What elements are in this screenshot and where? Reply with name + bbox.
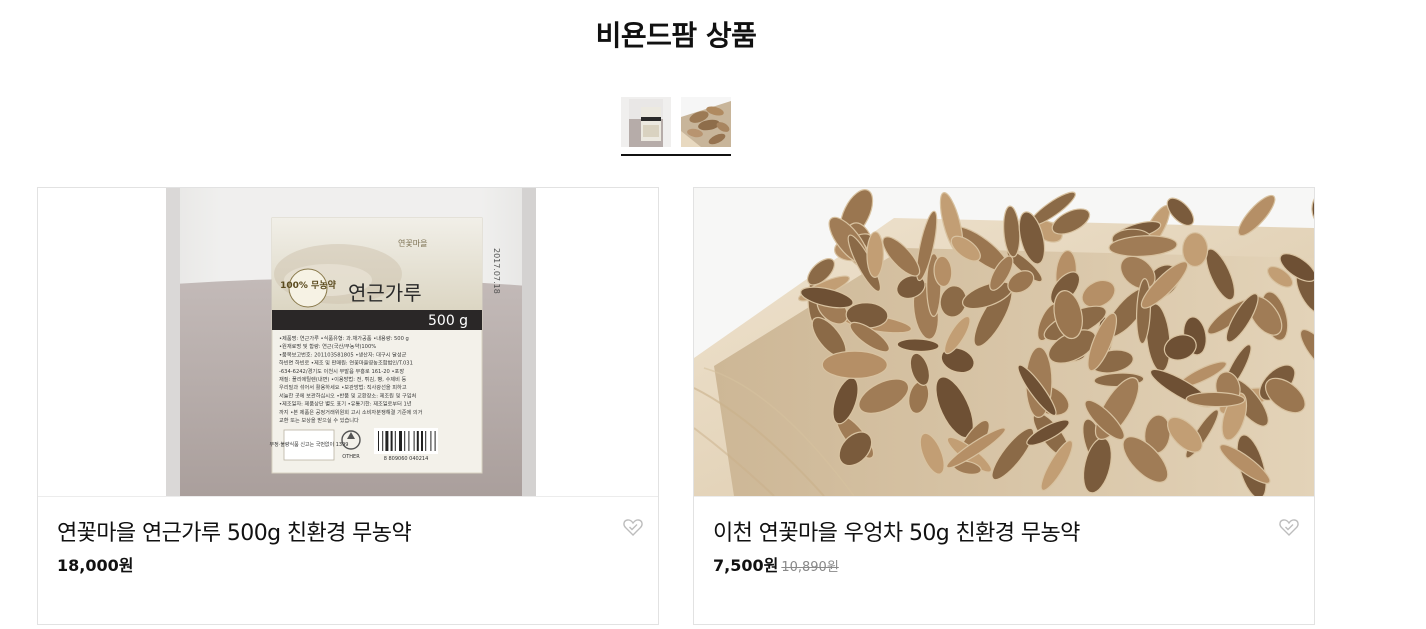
barcode-bar (434, 431, 436, 451)
product-price: 7,500원 (713, 556, 779, 575)
barcode-bar (408, 431, 410, 451)
barcode-bar (385, 431, 389, 451)
thumbnail-burdock-tea[interactable] (681, 97, 731, 147)
barcode-bar (421, 431, 423, 451)
package-brand: 연꽃마을 (398, 239, 427, 248)
barcode-bar (378, 431, 379, 451)
burdock-chip (821, 350, 888, 380)
product-info: 이천 연꽃마을 우엉차 50g 친환경 무농약 7,500원 10,890원 (694, 496, 1314, 624)
product-section: 비욘드팜 상품 2017.07.18 연꽃마을 100% 무농약 연근가루 50… (0, 0, 1426, 629)
section-title: 비욘드팜 상품 (595, 19, 757, 52)
package-info-line: 교환 또는 보상을 받으실 수 있습니다 (279, 416, 359, 424)
package-info-line: •원재료명 및 함량: 연근(국산/무농약)100% (279, 342, 376, 350)
package-info-line: 재질: 폴리에틸렌(내면) •이용방법: 전, 튀김, 빵, 수제비 등 (279, 375, 407, 383)
barcode-bar (416, 431, 419, 451)
price-row: 7,500원 10,890원 (713, 552, 839, 576)
barcode-bar (382, 431, 384, 451)
barcode-bar (404, 431, 406, 451)
product-card[interactable]: 이천 연꽃마을 우엉차 50g 친환경 무농약 7,500원 10,890원 (693, 187, 1315, 625)
product-image-lotus-powder[interactable]: 2017.07.18 연꽃마을 100% 무농약 연근가루 500 g •제품명… (38, 188, 658, 497)
product-price: 18,000원 (57, 556, 134, 575)
burdock-chip (866, 231, 885, 278)
barcode-bar (394, 431, 396, 451)
product-name[interactable]: 이천 연꽃마을 우엉차 50g 친환경 무농약 (713, 515, 1080, 547)
package-weight: 500 g (428, 313, 468, 329)
package-barcode-number: 8 809060 040214 (384, 456, 429, 462)
product-image-burdock-tea[interactable] (694, 188, 1314, 497)
barcode-bar (399, 431, 402, 451)
heart-check-icon[interactable] (622, 516, 644, 538)
barcode-bar (390, 431, 393, 451)
product-card[interactable]: 2017.07.18 연꽃마을 100% 무농약 연근가루 500 g •제품명… (37, 187, 659, 625)
product-info: 연꽃마을 연근가루 500g 친환경 무농약 18,000원 (38, 496, 658, 624)
package-info-line: •품목보고번호: 201103581805 •생산자: 대구시 달성군 (279, 350, 407, 358)
package-info-line: 하빈면 하빈로 •제조 및 판매원: 연꽃마을영농조합법인/T.031 (279, 359, 413, 367)
barcode-bar (413, 431, 415, 451)
product-name[interactable]: 연꽃마을 연근가루 500g 친환경 무농약 (57, 515, 412, 547)
package-info-line: -634-6242/경기도 이천시 부발읍 부흥로 161-20 •포장 (279, 367, 404, 375)
price-row: 18,000원 (57, 552, 133, 576)
package-info-line: •제품명: 연근가루 •식품유형: 과.채가공품 •내용량: 500 g (279, 334, 409, 342)
package-recycle: OTHER (342, 454, 360, 460)
package-product-label: 연근가루 (348, 281, 422, 305)
thumbnail-selector (621, 97, 731, 157)
package-info-line: 서늘한 곳에 보관하십시오 •반품 및 교환장소: 제조원 및 구입처 (279, 391, 417, 399)
package-info-line: •제조일자: 제품상단 별도 표기 •유통기한: 제조일로부터 1년 (279, 400, 412, 408)
package-badge: 100% 무농약 (280, 279, 336, 291)
package-info-line: 까지 •본 제품은 공정거래위원회 고시 소비자분쟁해결 기준에 의거 (279, 408, 423, 416)
barcode-bar (425, 431, 427, 451)
burdock-chip (1181, 232, 1209, 268)
package-report: 부정·불량식품 신고는 국번없이 1399 (270, 441, 349, 448)
thumbnail-active-indicator (621, 154, 731, 156)
burdock-chip (1185, 391, 1246, 408)
heart-check-icon[interactable] (1278, 516, 1300, 538)
package-date: 2017.07.18 (492, 248, 501, 294)
product-original-price: 10,890원 (781, 560, 839, 575)
thumbnail-lotus-powder[interactable] (621, 97, 671, 147)
barcode-bar (430, 431, 432, 451)
package-info-line: 우리밀과 섞어서 활용하세요 •보관방법: 직사광선을 피하고 (279, 383, 407, 391)
